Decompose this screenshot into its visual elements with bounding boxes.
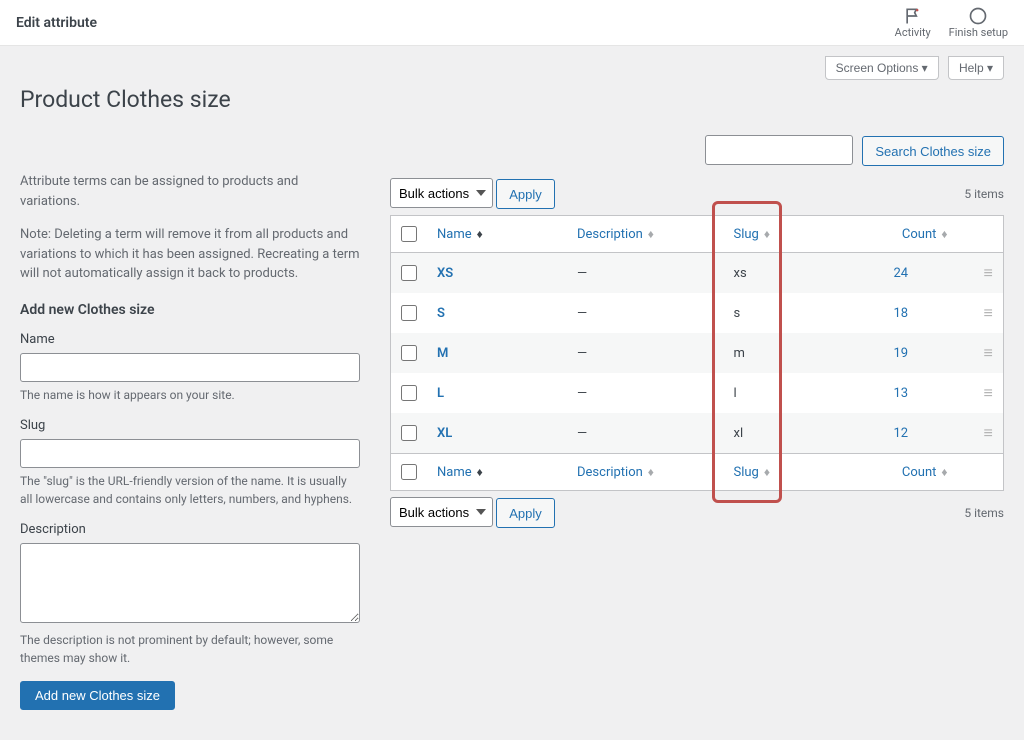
term-name-link[interactable]: M — [437, 346, 448, 361]
finish-setup-label: Finish setup — [949, 26, 1008, 39]
top-bar-title: Edit attribute — [16, 15, 97, 31]
term-name-link[interactable]: L — [437, 386, 444, 401]
select-all-top[interactable] — [401, 226, 417, 242]
search-bar: Search Clothes size — [20, 135, 1004, 166]
term-slug: xl — [724, 413, 884, 454]
intro-text: Attribute terms can be assigned to produ… — [20, 172, 360, 211]
term-name-link[interactable]: S — [437, 306, 445, 321]
row-checkbox[interactable] — [401, 385, 417, 401]
header-description[interactable]: Description ♦ — [577, 227, 654, 242]
term-slug: xs — [724, 253, 884, 294]
term-name-link[interactable]: XS — [437, 266, 453, 281]
slug-help: The "slug" is the URL-friendly version o… — [20, 472, 360, 508]
term-count-link[interactable]: 18 — [894, 306, 909, 321]
term-name-link[interactable]: XL — [437, 426, 452, 441]
term-description: — — [567, 413, 724, 454]
top-bar-icons: Activity Finish setup — [895, 6, 1008, 39]
footer-description[interactable]: Description ♦ — [577, 465, 654, 480]
flag-icon — [903, 6, 923, 26]
right-column: Bulk actions Apply 5 items Name ♦ Descri… — [390, 172, 1004, 534]
add-heading: Add new Clothes size — [20, 302, 360, 318]
term-slug: l — [724, 373, 884, 413]
table-row: L —l 13 ≡ — [391, 373, 1004, 413]
sort-icon: ♦ — [645, 465, 654, 479]
row-checkbox[interactable] — [401, 265, 417, 281]
finish-setup-button[interactable]: Finish setup — [949, 6, 1008, 39]
drag-handle-icon[interactable]: ≡ — [974, 373, 1004, 413]
page-title: Product Clothes size — [20, 86, 1004, 113]
tablenav-bottom: Bulk actions Apply 5 items — [390, 497, 1004, 528]
screen-meta: Screen Options ▾ Help ▾ — [20, 56, 1004, 80]
help-button[interactable]: Help ▾ — [948, 56, 1004, 80]
slug-label: Slug — [20, 418, 360, 433]
table-row: XS —xs 24 ≡ — [391, 253, 1004, 294]
drag-handle-icon[interactable]: ≡ — [974, 293, 1004, 333]
term-count-link[interactable]: 13 — [894, 386, 909, 401]
select-all-bottom[interactable] — [401, 464, 417, 480]
bulk-apply-bottom[interactable]: Apply — [496, 498, 555, 528]
name-label: Name — [20, 332, 360, 347]
name-help: The name is how it appears on your site. — [20, 386, 360, 404]
footer-name[interactable]: Name ♦ — [437, 465, 483, 480]
items-count-top: 5 items — [964, 187, 1004, 201]
bulk-actions-select-top[interactable]: Bulk actions — [390, 178, 493, 208]
circle-icon — [968, 6, 988, 26]
screen-options-button[interactable]: Screen Options ▾ — [825, 56, 939, 80]
add-submit-button[interactable]: Add new Clothes size — [20, 681, 175, 710]
term-description: — — [567, 333, 724, 373]
sort-icon: ♦ — [645, 227, 654, 241]
table-row: M —m 19 ≡ — [391, 333, 1004, 373]
sort-icon: ♦ — [938, 227, 947, 241]
row-checkbox[interactable] — [401, 345, 417, 361]
items-count-bottom: 5 items — [964, 506, 1004, 520]
note-text: Note: Deleting a term will remove it fro… — [20, 225, 360, 284]
search-button[interactable]: Search Clothes size — [862, 136, 1004, 166]
header-slug[interactable]: Slug ♦ — [734, 227, 770, 242]
desc-help: The description is not prominent by defa… — [20, 631, 360, 667]
drag-handle-icon[interactable]: ≡ — [974, 253, 1004, 294]
footer-slug[interactable]: Slug ♦ — [734, 465, 770, 480]
bulk-actions-select-bottom[interactable]: Bulk actions — [390, 497, 493, 527]
sort-icon: ♦ — [761, 227, 770, 241]
term-slug: s — [724, 293, 884, 333]
term-description: — — [567, 373, 724, 413]
sort-icon: ♦ — [474, 227, 483, 241]
term-slug: m — [724, 333, 884, 373]
table-row: XL —xl 12 ≡ — [391, 413, 1004, 454]
header-name[interactable]: Name ♦ — [437, 227, 483, 242]
bulk-apply-top[interactable]: Apply — [496, 179, 555, 209]
top-bar: Edit attribute Activity Finish setup — [0, 0, 1024, 46]
footer-count[interactable]: Count ♦ — [902, 465, 948, 480]
name-field[interactable] — [20, 353, 360, 382]
term-description: — — [567, 253, 724, 294]
term-count-link[interactable]: 24 — [894, 266, 909, 281]
row-checkbox[interactable] — [401, 305, 417, 321]
search-input[interactable] — [705, 135, 853, 165]
sort-icon: ♦ — [474, 465, 483, 479]
terms-table: Name ♦ Description ♦ Slug ♦ Count ♦ XS—x… — [390, 215, 1004, 491]
row-checkbox[interactable] — [401, 425, 417, 441]
drag-handle-icon[interactable]: ≡ — [974, 413, 1004, 454]
tablenav-top: Bulk actions Apply 5 items — [390, 178, 1004, 209]
table-row: S —s 18 ≡ — [391, 293, 1004, 333]
slug-field[interactable] — [20, 439, 360, 468]
sort-icon: ♦ — [761, 465, 770, 479]
activity-label: Activity — [895, 26, 931, 39]
drag-handle-icon[interactable]: ≡ — [974, 333, 1004, 373]
term-count-link[interactable]: 12 — [894, 426, 909, 441]
activity-button[interactable]: Activity — [895, 6, 931, 39]
desc-label: Description — [20, 522, 360, 537]
sort-icon: ♦ — [938, 465, 947, 479]
header-count[interactable]: Count ♦ — [902, 227, 948, 242]
term-count-link[interactable]: 19 — [894, 346, 909, 361]
term-description: — — [567, 293, 724, 333]
left-column: Attribute terms can be assigned to produ… — [20, 172, 360, 710]
